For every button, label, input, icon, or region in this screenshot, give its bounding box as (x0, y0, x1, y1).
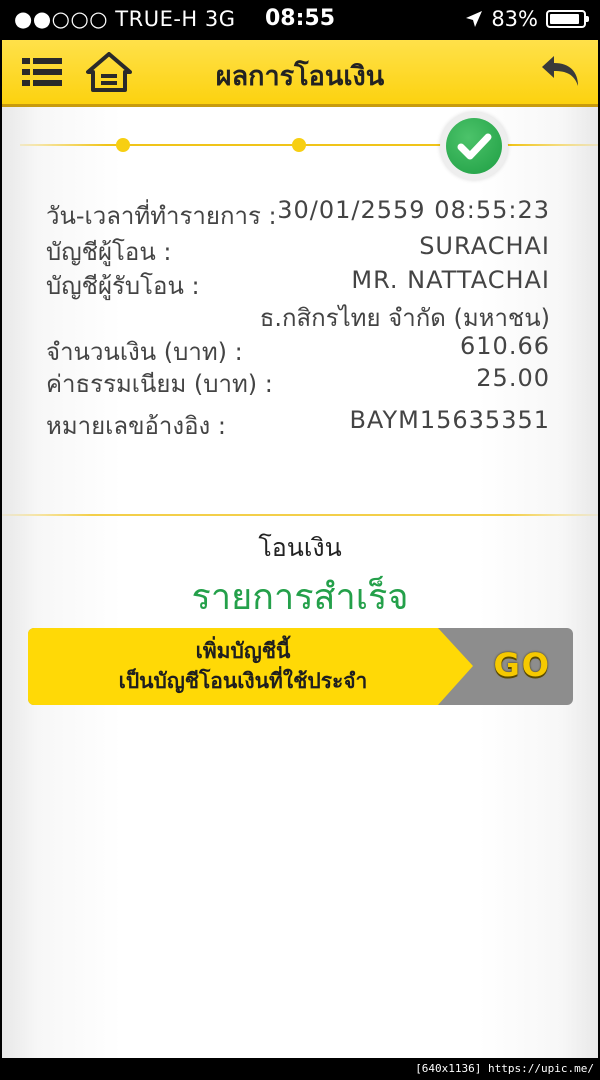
step-progress (2, 108, 598, 184)
go-button[interactable]: GO (494, 646, 551, 684)
result-subtitle: โอนเงิน (258, 533, 342, 562)
transfer-result-screen: ผลการโอนเงิน วัน-เวลาที่ทำรายการ : 30/01… (2, 40, 598, 1058)
step-3-complete (440, 112, 508, 180)
to-name: MR. NATTACHAI (351, 266, 550, 294)
datetime-value: 30/01/2559 08:55:23 (277, 196, 550, 224)
battery-percent: 83% (491, 7, 538, 31)
section-divider (2, 514, 598, 516)
fee-label: ค่าธรรมเนียม (บาท) : (46, 370, 273, 398)
progress-line (20, 144, 598, 146)
page-title: ผลการโอนเงิน (215, 61, 385, 92)
from-value: SURACHAI (419, 232, 550, 260)
step-2-dot (292, 138, 306, 152)
datetime-label: วัน-เวลาที่ทำรายการ : (46, 202, 277, 230)
back-arrow-icon[interactable] (540, 52, 584, 92)
app-header: ผลการโอนเงิน (2, 40, 598, 107)
checkmark-icon (457, 133, 492, 160)
reference-value: BAYM15635351 (349, 406, 550, 434)
step-1-dot (116, 138, 130, 152)
add-favorite-account-banner[interactable]: เพิ่มบัญชีนี้ เป็นบัญชีโอนเงินที่ใช้ประจ… (28, 628, 573, 705)
reference-label: หมายเลขอ้างอิง : (46, 412, 226, 440)
battery-icon (546, 10, 589, 28)
status-bar: ●●○○○ TRUE-H 3G 08:55 83% (0, 0, 600, 40)
result-status: รายการสำเร็จ (191, 577, 409, 618)
amount-value: 610.66 (460, 332, 550, 360)
banner-line-2: เป็นบัญชีโอนเงินที่ใช้ประจำ (118, 669, 368, 693)
banner-line-1: เพิ่มบัญชีนี้ (195, 639, 291, 663)
to-label: บัญชีผู้รับโอน : (46, 272, 200, 300)
fee-value: 25.00 (476, 364, 550, 392)
banner-text: เพิ่มบัญชีนี้ เป็นบัญชีโอนเงินที่ใช้ประจ… (28, 636, 458, 696)
watermark: [640x1136] https://upic.me/ (411, 1060, 598, 1078)
status-right: 83% (465, 7, 589, 31)
location-arrow-icon (466, 11, 483, 27)
